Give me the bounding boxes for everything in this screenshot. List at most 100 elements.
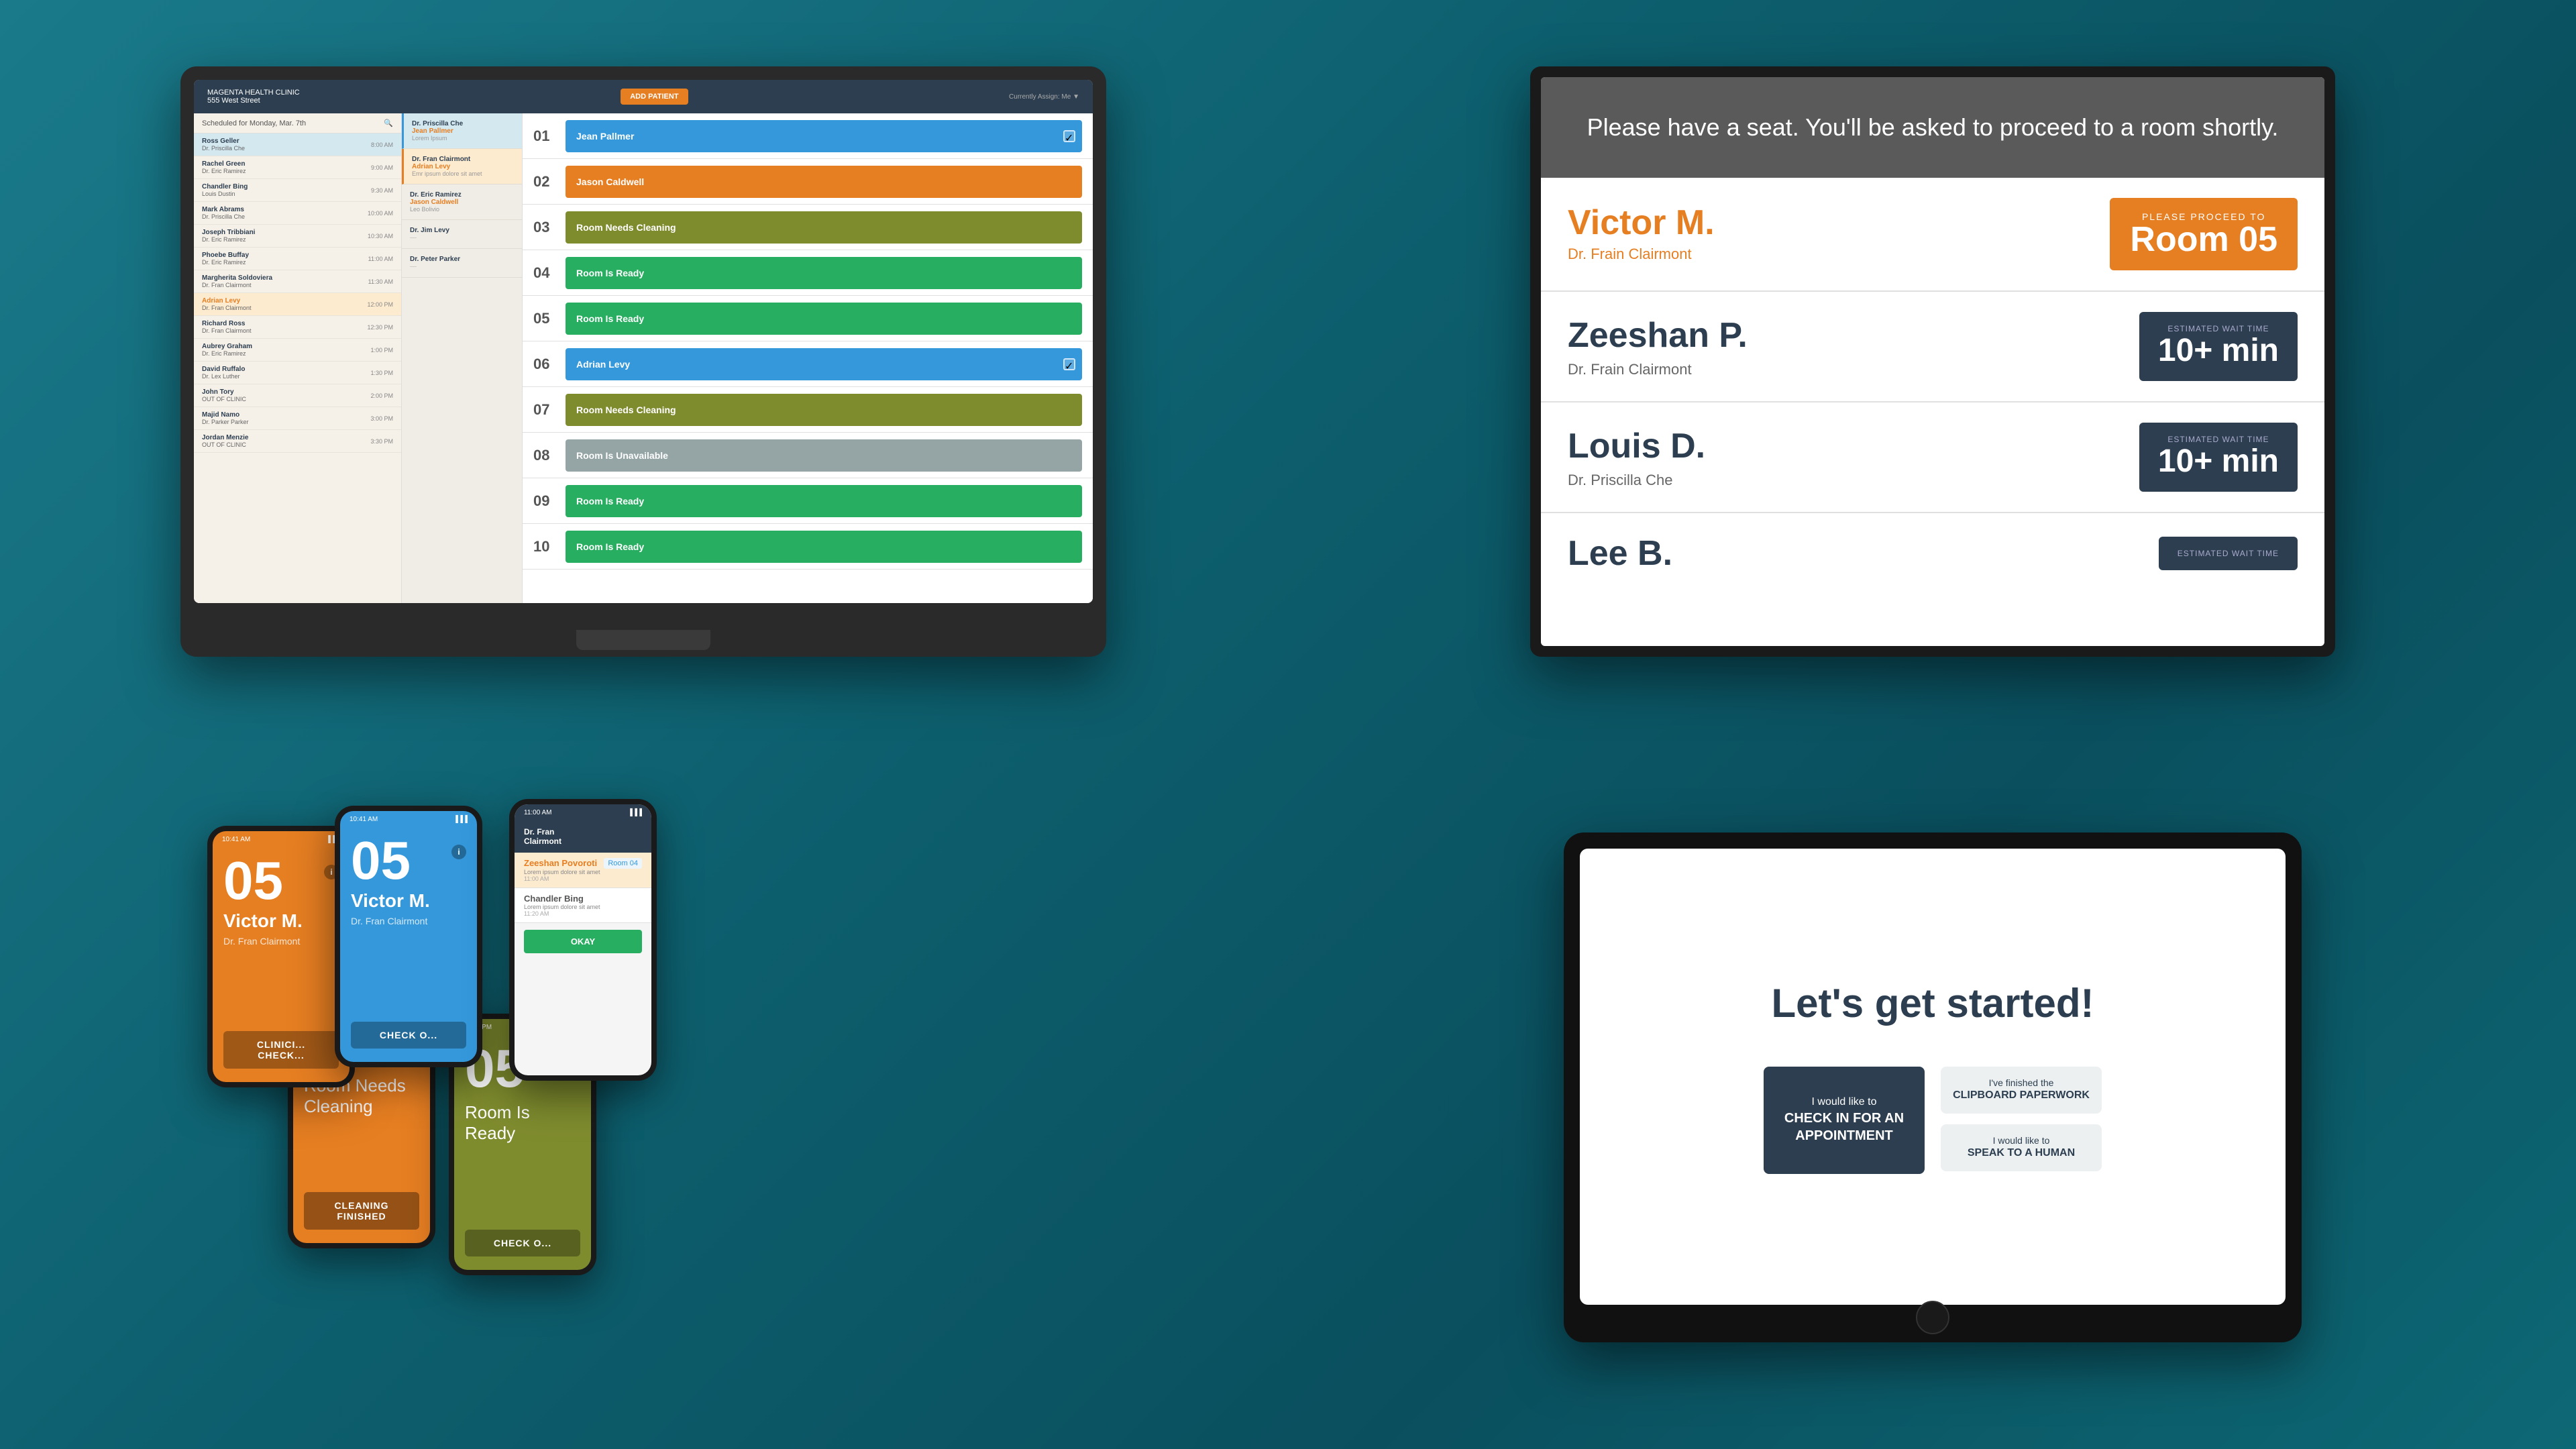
patient-name: Aubrey Graham	[202, 343, 252, 350]
room-item[interactable]: 07 Room Needs Cleaning	[523, 387, 1093, 433]
doctor-header-last: Clairmont	[524, 837, 561, 846]
table-row[interactable]: Rachel Green Dr. Eric Ramirez 9:00 AM	[194, 156, 401, 179]
patient-doctor: Dr. Eric Ramirez	[202, 350, 252, 357]
slot-detail: Leo Bolivio	[410, 206, 514, 213]
room-item[interactable]: 02 Jason Caldwell	[523, 159, 1093, 205]
slot-placeholder: —	[410, 234, 514, 241]
patient-name: John Tory	[202, 388, 246, 396]
waiting-patient-name: Lee B.	[1568, 533, 1672, 574]
search-icon[interactable]: 🔍	[384, 119, 393, 127]
list-item[interactable]: Chandler Bing Lorem ipsum dolore sit ame…	[515, 888, 651, 923]
room-item[interactable]: 03 Room Needs Cleaning	[523, 205, 1093, 250]
patient-time: 11:30 AM	[368, 278, 393, 285]
patient-doctor: Dr. Priscilla Che	[202, 213, 245, 220]
patient-name: Chandler Bing	[202, 183, 248, 191]
patient-doctor: Dr. Eric Ramirez	[202, 168, 246, 174]
patient-time: 8:00 AM	[371, 142, 393, 148]
room-item[interactable]: 05 Room Is Ready	[523, 296, 1093, 341]
clipboard-pre: I've finished the	[1989, 1077, 2054, 1089]
room-item[interactable]: 08 Room Is Unavailable	[523, 433, 1093, 478]
table-row[interactable]: Adrian Levy Dr. Fran Clairmont 12:00 PM	[194, 293, 401, 316]
room-number: 07	[533, 401, 557, 419]
table-row[interactable]: Majid Namo Dr. Parker Parker 3:00 PM	[194, 407, 401, 430]
patient-doctor: Louis Dustin	[202, 191, 248, 197]
room-item[interactable]: 09 Room Is Ready	[523, 478, 1093, 524]
desktop-screen: MAGENTA HEALTH CLINIC 555 West Street AD…	[194, 80, 1093, 603]
list-item[interactable]: Room 04 Zeeshan Povoroti Lorem ipsum dol…	[515, 853, 651, 888]
table-row[interactable]: Ross Geller Dr. Priscilla Che 8:00 AM	[194, 133, 401, 156]
room-checkbox[interactable]: ✓	[1063, 130, 1075, 142]
room-item[interactable]: 04 Room Is Ready	[523, 250, 1093, 296]
waiting-patient-name: Louis D.	[1568, 426, 1705, 466]
patient-time: 11:00 AM	[524, 875, 642, 882]
patient-doctor: Dr. Priscilla Che	[202, 145, 245, 152]
table-row[interactable]: Jordan Menzie OUT OF CLINIC 3:30 PM	[194, 430, 401, 453]
table-row[interactable]: Richard Ross Dr. Fran Clairmont 12:30 PM	[194, 316, 401, 339]
patient-in-slot: Jean Pallmer	[412, 127, 514, 135]
check-out-button[interactable]: CHECK O...	[351, 1022, 466, 1049]
patient-doctor: Dr. Fran Clairmont	[202, 305, 252, 311]
doctor-slot[interactable]: Dr. Priscilla Che Jean Pallmer Lorem Ips…	[402, 113, 522, 149]
patient-time: 12:00 PM	[367, 301, 393, 308]
okay-button[interactable]: OKAY	[524, 930, 642, 953]
table-row[interactable]: Joseph Tribbiani Dr. Eric Ramirez 10:30 …	[194, 225, 401, 248]
slot-detail: Emr ipsum dolore sit amet	[412, 170, 514, 177]
patient-time: 1:30 PM	[370, 370, 393, 376]
room-status-text: Room Needs Cleaning	[576, 405, 676, 415]
check-in-button[interactable]: I would like to CHECK IN FOR AN APPOINTM…	[1764, 1067, 1925, 1174]
phone-screen: 10:41 AM ▐▐▐ 05 Victor M. Dr. Fran Clair…	[340, 811, 477, 1062]
kiosk-secondary-buttons: I've finished the CLIPBOARD PAPERWORK I …	[1941, 1067, 2102, 1171]
wait-time: 10+ min	[2158, 333, 2279, 369]
doctor-slot[interactable]: Dr. Peter Parker —	[402, 249, 522, 278]
room-item[interactable]: 10 Room Is Ready	[523, 524, 1093, 570]
quadrant-grid: MAGENTA HEALTH CLINIC 555 West Street AD…	[0, 0, 2576, 1449]
room-status-text: Room Is Ready	[576, 268, 644, 278]
table-row[interactable]: Phoebe Buffay Dr. Eric Ramirez 11:00 AM	[194, 248, 401, 270]
room-patient: Adrian Levy	[576, 359, 630, 370]
patient-name: Margherita Soldoviera	[202, 274, 272, 282]
room-status-bar: Room Needs Cleaning	[566, 211, 1082, 244]
table-row[interactable]: Aubrey Graham Dr. Eric Ramirez 1:00 PM	[194, 339, 401, 362]
desktop-stand	[576, 630, 710, 650]
room-item[interactable]: 01 Jean Pallmer ✓	[523, 113, 1093, 159]
speak-human-button[interactable]: I would like to SPEAK TO A HUMAN	[1941, 1124, 2102, 1171]
wait-label: ESTIMATED WAIT TIME	[2158, 435, 2279, 444]
room-status-text: Room Is Ready	[576, 496, 644, 506]
cleaning-finished-button[interactable]: CLEANING FINISHED	[304, 1192, 419, 1230]
patient-time: 10:30 AM	[368, 233, 393, 239]
doctor-slot[interactable]: Dr. Fran Clairmont Adrian Levy Emr ipsum…	[402, 149, 522, 184]
patient-name: David Ruffalo	[202, 366, 245, 373]
signal-icon: ▐▐▐	[453, 816, 468, 823]
table-row[interactable]: David Ruffalo Dr. Lex Luther 1:30 PM	[194, 362, 401, 384]
schedule-label: Scheduled for Monday, Mar. 7th	[202, 119, 306, 127]
check-out-button[interactable]: CHECK O...	[465, 1230, 580, 1256]
quadrant-waiting: Please have a seat. You'll be asked to p…	[1289, 0, 2576, 723]
emr-header: MAGENTA HEALTH CLINIC 555 West Street AD…	[194, 80, 1093, 113]
desktop-mockup: MAGENTA HEALTH CLINIC 555 West Street AD…	[180, 66, 1106, 657]
room-status-bar: Room Needs Cleaning	[566, 394, 1082, 426]
room-status-bar: Room Is Unavailable	[566, 439, 1082, 472]
clinician-check-button[interactable]: CLINICI...CHECK...	[223, 1031, 339, 1069]
patient-time: 11:00 AM	[368, 256, 393, 262]
doctor-slot[interactable]: Dr. Jim Levy —	[402, 220, 522, 249]
doctor-slot[interactable]: Dr. Eric Ramirez Jason Caldwell Leo Boli…	[402, 184, 522, 220]
add-patient-button[interactable]: ADD PATIENT	[621, 89, 688, 105]
room-item[interactable]: 06 Adrian Levy ✓	[523, 341, 1093, 387]
table-row[interactable]: Chandler Bing Louis Dustin 9:30 AM	[194, 179, 401, 202]
tablet-home-button[interactable]	[1916, 1301, 1949, 1334]
wait-box: ESTIMATED WAIT TIME 10+ min	[2139, 312, 2298, 381]
table-row[interactable]: Mark Abrams Dr. Priscilla Che 10:00 AM	[194, 202, 401, 225]
patient-name-block: Zeeshan P. Dr. Frain Clairmont	[1568, 315, 1748, 378]
wait-label: ESTIMATED WAIT TIME	[2158, 324, 2279, 333]
quadrant-emr: MAGENTA HEALTH CLINIC 555 West Street AD…	[0, 0, 1287, 723]
table-row[interactable]: Margherita Soldoviera Dr. Fran Clairmont…	[194, 270, 401, 293]
info-icon[interactable]: i	[451, 845, 466, 859]
clipboard-paperwork-button[interactable]: I've finished the CLIPBOARD PAPERWORK	[1941, 1067, 2102, 1114]
room-checkbox[interactable]: ✓	[1063, 358, 1075, 370]
phone-time: 11:00 AM	[524, 809, 552, 816]
waiting-patient-doctor: Dr. Frain Clairmont	[1568, 246, 1715, 263]
patient-time: 1:00 PM	[370, 347, 393, 354]
patient-time: 9:30 AM	[371, 187, 393, 194]
table-row[interactable]: John Tory OUT OF CLINIC 2:00 PM	[194, 384, 401, 407]
room-patient: Jason Caldwell	[576, 176, 644, 187]
